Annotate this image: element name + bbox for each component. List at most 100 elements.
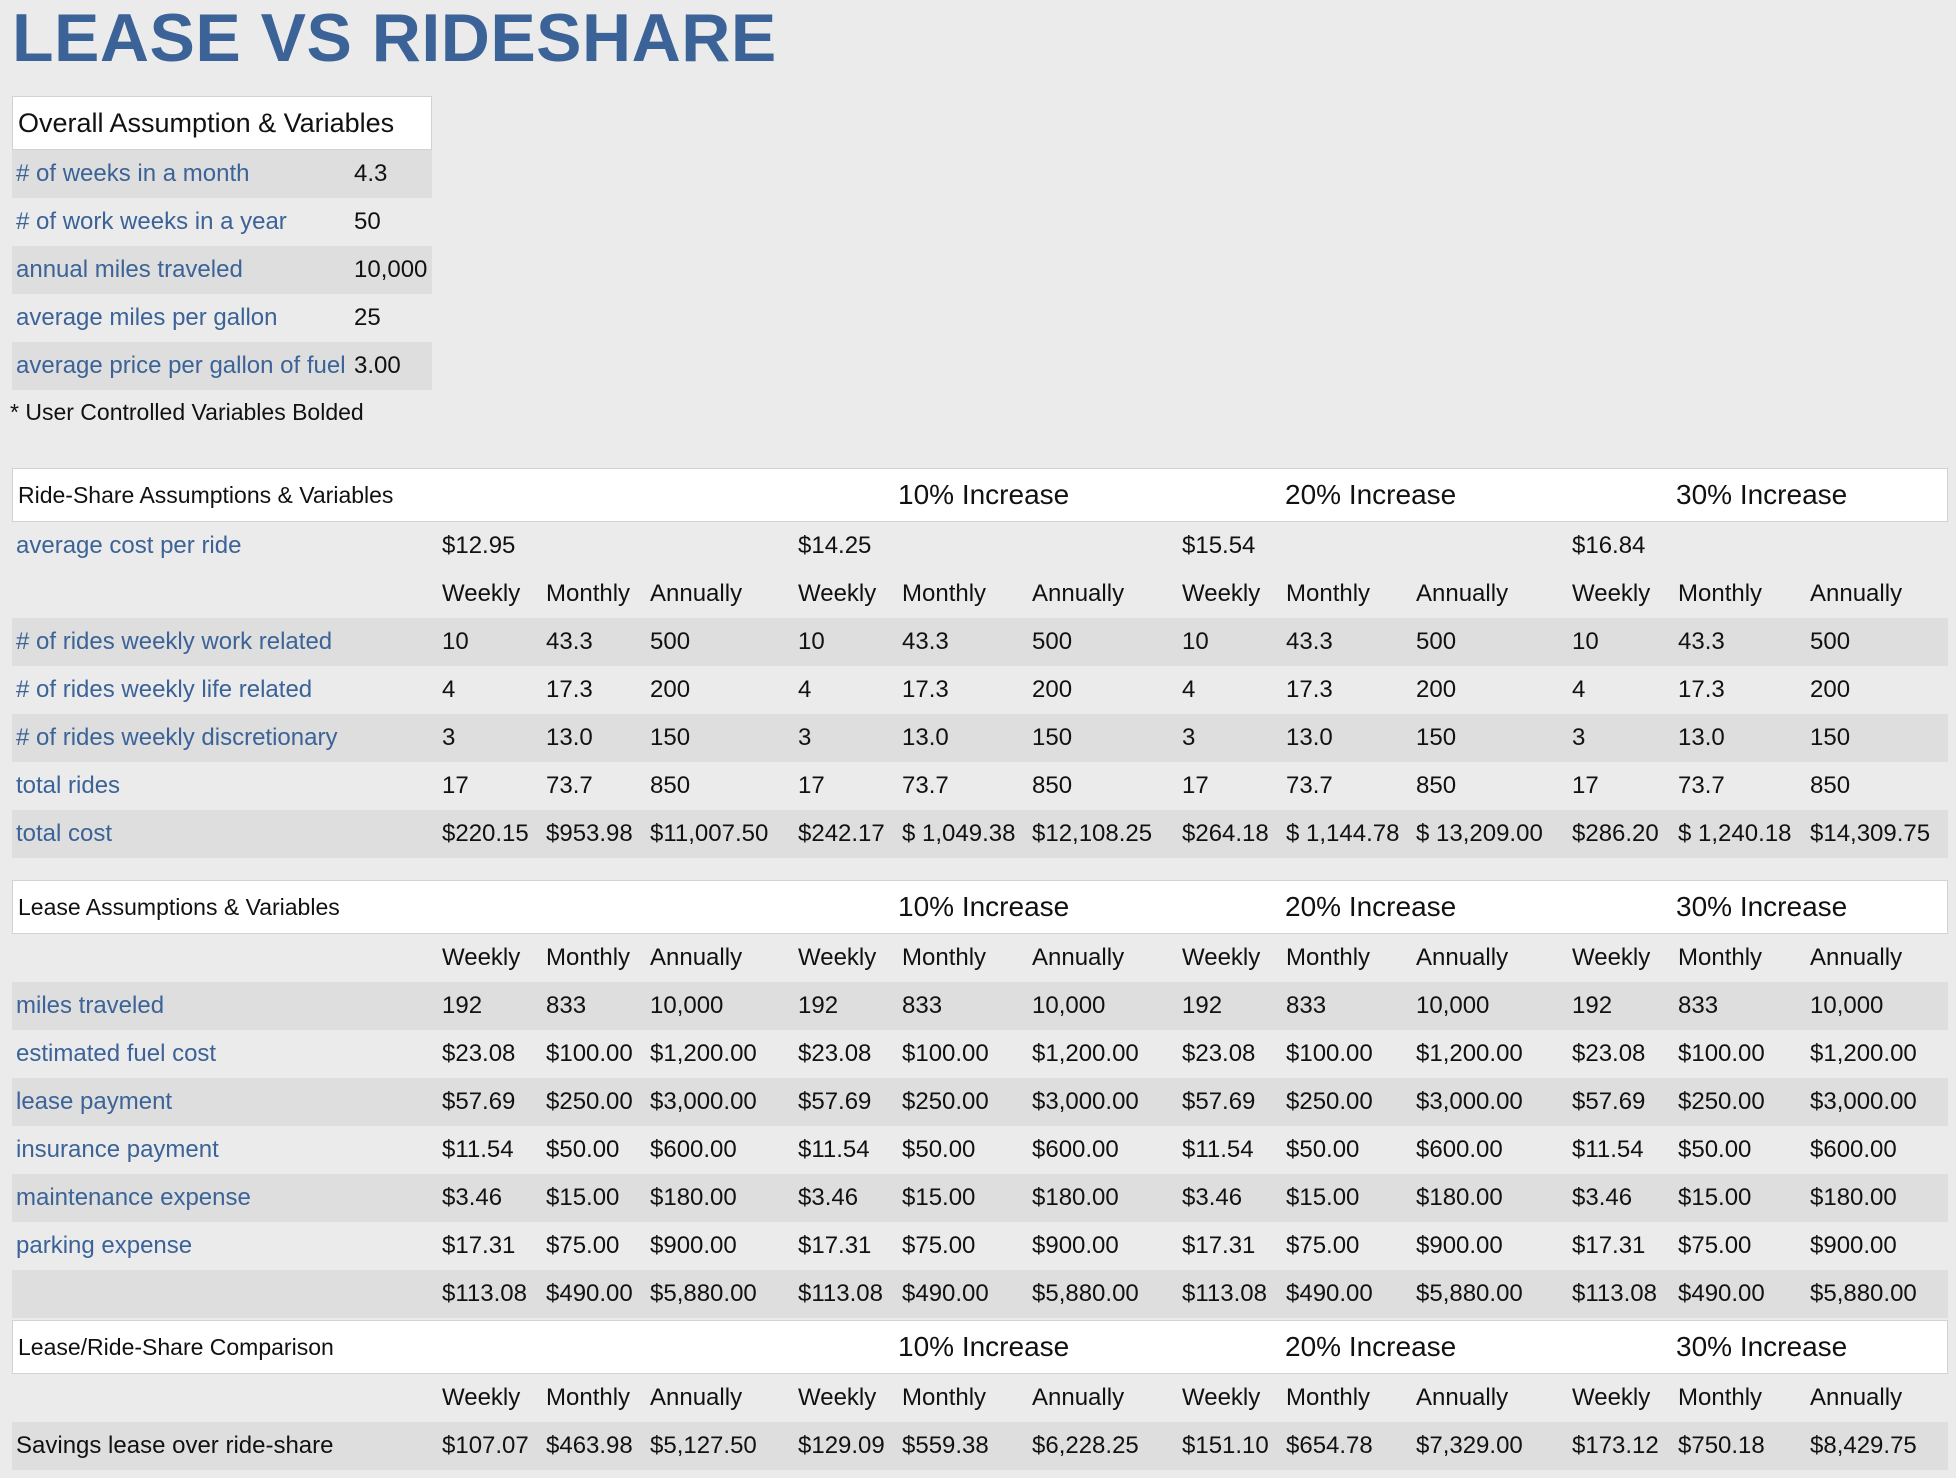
rideshare-cell: 4	[798, 676, 812, 703]
rideshare-avg-cost-value: $14.25	[798, 532, 872, 559]
rideshare-col-header: Weekly	[798, 580, 877, 607]
lease-cell: $100.00	[1678, 1040, 1765, 1067]
lease-cell: $1,200.00	[1810, 1040, 1917, 1067]
lease-col-header: Annually	[650, 944, 743, 971]
rideshare-cell: 17	[1182, 772, 1209, 799]
rideshare-cell: 43.3	[1286, 628, 1333, 655]
lease-cell: $113.08	[442, 1280, 527, 1307]
lease-cell: $3.46	[442, 1184, 503, 1211]
lease-increase-label: 20% Increase	[1285, 891, 1457, 922]
comparison-col-header: Monthly	[1678, 1384, 1763, 1411]
overall-row-value: 3.00	[354, 352, 401, 379]
lease-cell: $100.00	[902, 1040, 989, 1067]
lease-row-label: maintenance expense	[16, 1184, 251, 1211]
rideshare-cell: 200	[1810, 676, 1851, 703]
rideshare-cell: $953.98	[546, 820, 633, 847]
lease-cell: $180.00	[1810, 1184, 1897, 1211]
rideshare-cell: 850	[1416, 772, 1457, 799]
rideshare-cell: 150	[1416, 724, 1457, 751]
lease-cell: $15.00	[1286, 1184, 1360, 1211]
rideshare-col-header: Weekly	[1572, 580, 1651, 607]
rideshare-cell: $14,309.75	[1810, 820, 1931, 847]
comparison-cell: $5,127.50	[650, 1432, 757, 1459]
comparison-increase-label: 20% Increase	[1285, 1331, 1457, 1362]
comparison-col-header: Weekly	[1182, 1384, 1261, 1411]
overall-row-value: 25	[354, 304, 381, 331]
rideshare-cell: 73.7	[1678, 772, 1725, 799]
comparison-col-header: Annually	[650, 1384, 743, 1411]
lease-cell: $75.00	[902, 1232, 976, 1259]
rideshare-cell: 43.3	[546, 628, 593, 655]
rideshare-cell: 10	[442, 628, 469, 655]
lease-cell: $75.00	[1286, 1232, 1360, 1259]
lease-header: Lease Assumptions & Variables	[18, 894, 340, 920]
rideshare-cell: $220.15	[442, 820, 529, 847]
rideshare-row-label: # of rides weekly work related	[16, 628, 333, 655]
lease-cell: $900.00	[1416, 1232, 1503, 1259]
lease-cell: $113.08	[798, 1280, 883, 1307]
rideshare-cell: 13.0	[902, 724, 949, 751]
lease-row-label: lease payment	[16, 1088, 173, 1115]
comparison-increase-label: 10% Increase	[898, 1331, 1070, 1362]
overall-row-value: 10,000	[354, 256, 428, 283]
lease-cell: $5,880.00	[1032, 1280, 1139, 1307]
comparison-cell: $151.10	[1182, 1432, 1269, 1459]
overall-header: Overall Assumption & Variables	[18, 108, 395, 138]
rideshare-cell: 13.0	[1678, 724, 1725, 751]
rideshare-cell: $264.18	[1182, 820, 1269, 847]
overall-row-label: average price per gallon of fuel	[16, 352, 346, 379]
rideshare-cell: 13.0	[546, 724, 593, 751]
lease-cell: 192	[1572, 992, 1613, 1019]
comparison-cell: $7,329.00	[1416, 1432, 1523, 1459]
rideshare-cell: $286.20	[1572, 820, 1659, 847]
rideshare-cell: 17	[798, 772, 825, 799]
lease-cell: 833	[902, 992, 943, 1019]
comparison-cell: $8,429.75	[1810, 1432, 1917, 1459]
lease-cell: $11.54	[798, 1136, 870, 1163]
overall-row-value: 4.3	[354, 160, 388, 187]
rideshare-avg-cost-value: $15.54	[1182, 532, 1256, 559]
rideshare-cell: 43.3	[902, 628, 949, 655]
rideshare-cell: 17	[442, 772, 469, 799]
rideshare-col-header: Weekly	[442, 580, 521, 607]
comparison-col-header: Annually	[1032, 1384, 1125, 1411]
rideshare-increase-label: 30% Increase	[1676, 479, 1848, 510]
lease-cell: $15.00	[546, 1184, 620, 1211]
lease-cell: 833	[1286, 992, 1327, 1019]
comparison-col-header: Weekly	[1572, 1384, 1651, 1411]
rideshare-cell: 3	[442, 724, 456, 751]
rideshare-row-label: # of rides weekly life related	[16, 676, 313, 703]
lease-cell: $3.46	[1572, 1184, 1633, 1211]
lease-col-header: Annually	[1810, 944, 1903, 971]
comparison-cell: $173.12	[1572, 1432, 1659, 1459]
rideshare-cell: 500	[1810, 628, 1851, 655]
lease-cell: $490.00	[1678, 1280, 1765, 1307]
lease-cell: 833	[546, 992, 587, 1019]
lease-cell: $180.00	[650, 1184, 737, 1211]
rideshare-cell: 10	[1182, 628, 1209, 655]
lease-cell: $900.00	[1032, 1232, 1119, 1259]
lease-row-band	[12, 1174, 1948, 1222]
rideshare-cell: 850	[1032, 772, 1073, 799]
comparison-col-header: Annually	[1810, 1384, 1903, 1411]
lease-cell: $490.00	[546, 1280, 633, 1307]
comparison-col-header: Monthly	[546, 1384, 631, 1411]
rideshare-cell: 200	[650, 676, 691, 703]
lease-cell: $250.00	[902, 1088, 989, 1115]
rideshare-cell: 500	[1032, 628, 1073, 655]
rideshare-cell: 150	[650, 724, 691, 751]
rideshare-cell: 150	[1032, 724, 1073, 751]
lease-col-header: Weekly	[442, 944, 521, 971]
overall-row-label: # of work weeks in a year	[16, 208, 287, 235]
lease-cell: $600.00	[1032, 1136, 1119, 1163]
rideshare-cell: 200	[1416, 676, 1457, 703]
lease-cell: $11.54	[1572, 1136, 1644, 1163]
comparison-increase-label: 30% Increase	[1676, 1331, 1848, 1362]
lease-col-header: Annually	[1032, 944, 1125, 971]
lease-cell: $75.00	[1678, 1232, 1752, 1259]
rideshare-cell: 73.7	[546, 772, 593, 799]
comparison-cell: $559.38	[902, 1432, 989, 1459]
rideshare-cell: $11,007.50	[650, 820, 769, 847]
rideshare-cell: 3	[1572, 724, 1586, 751]
rideshare-row-label: total rides	[16, 772, 121, 799]
